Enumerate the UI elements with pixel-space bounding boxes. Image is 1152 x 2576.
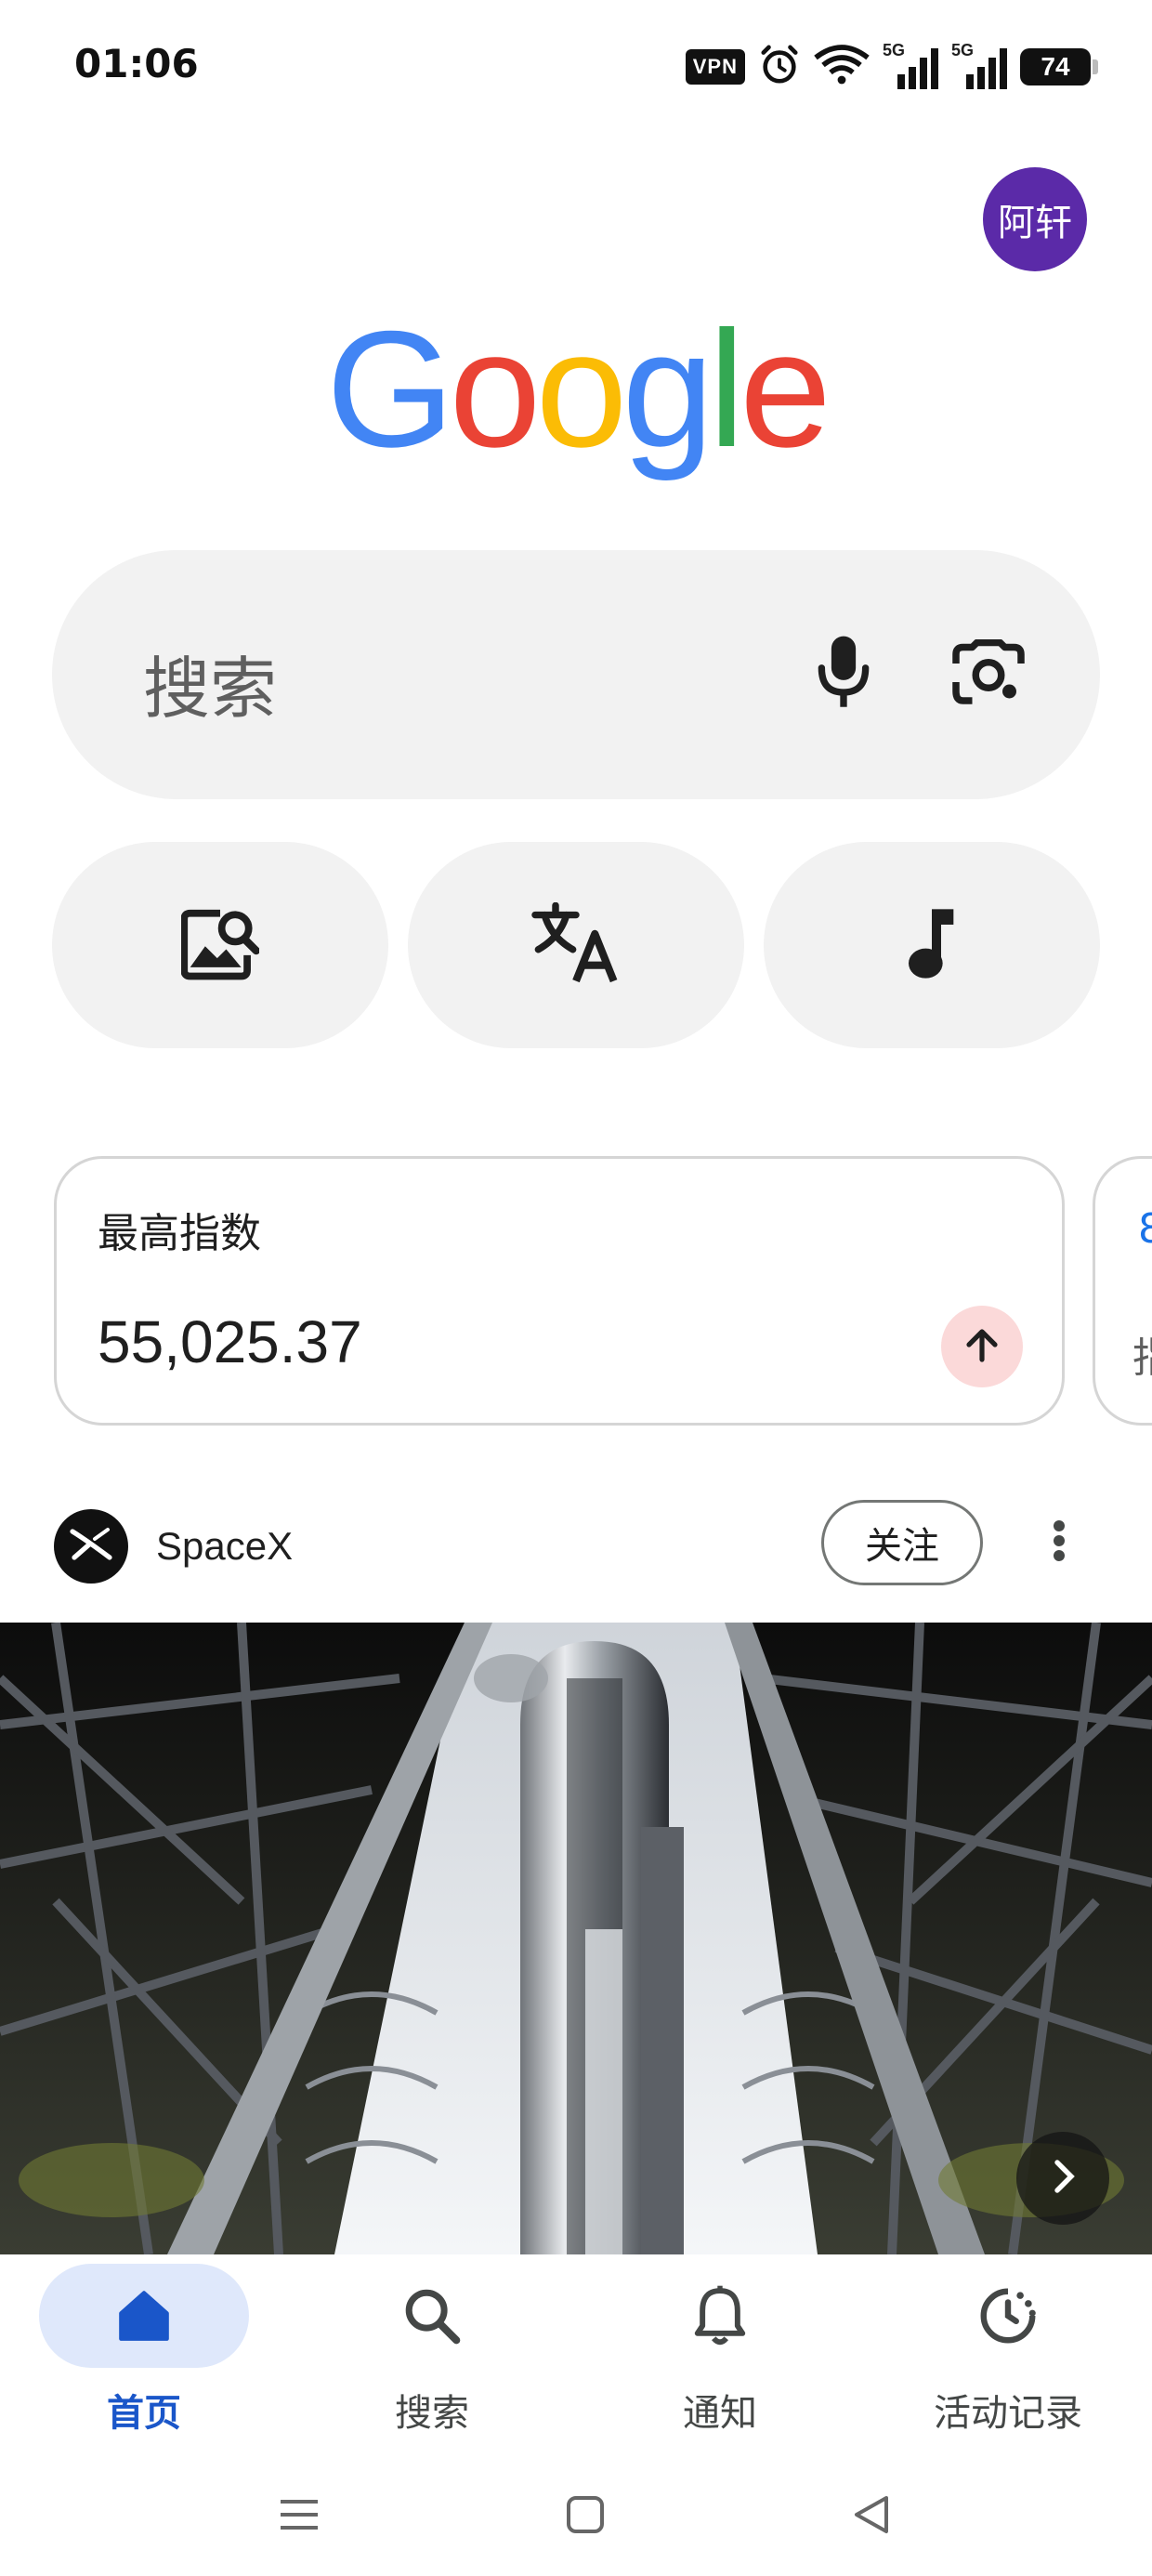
search-icon xyxy=(386,2269,478,2362)
feed-image[interactable] xyxy=(0,1623,1152,2254)
nav-home[interactable]: 首页 xyxy=(0,2254,288,2468)
nav-notifications[interactable]: 通知 xyxy=(576,2254,864,2468)
voice-search-button[interactable] xyxy=(795,626,892,723)
logo-letter: l xyxy=(708,296,744,481)
back-triangle-icon xyxy=(851,2494,892,2539)
activity-history-icon xyxy=(962,2269,1054,2362)
status-bar: 01:06 VPN 5G 5G 74 xyxy=(0,0,1152,130)
system-navigation-bar xyxy=(0,2468,1152,2576)
translate-icon xyxy=(531,901,621,988)
bottom-navigation: 首页 搜索 通知 活动记录 xyxy=(0,2254,1152,2468)
signal-5g-icon-2: 5G xyxy=(951,41,1007,89)
nav-activity-history[interactable]: 活动记录 xyxy=(864,2254,1152,2468)
wifi-icon xyxy=(814,44,870,90)
home-icon xyxy=(98,2269,190,2362)
nav-search-label: 搜索 xyxy=(395,2392,469,2435)
bell-icon xyxy=(674,2269,766,2362)
carousel-next-button[interactable] xyxy=(1016,2132,1109,2225)
source-name[interactable]: SpaceX xyxy=(156,1524,293,1569)
nav-notifications-label: 通知 xyxy=(683,2392,757,2435)
stock-index-value: 55,025.37 xyxy=(98,1308,362,1375)
logo-letter: e xyxy=(740,296,831,481)
nav-activity-label: 活动记录 xyxy=(934,2392,1082,2435)
search-bar[interactable]: 搜索 xyxy=(52,550,1100,799)
menu-icon xyxy=(277,2496,321,2537)
logo-letter: o xyxy=(449,296,541,481)
home-square-icon xyxy=(565,2494,606,2539)
status-time: 01:06 xyxy=(74,41,199,86)
stock-index-label: 最高指数 xyxy=(98,1210,261,1257)
chevron-right-icon xyxy=(1049,2160,1077,2197)
stock-index-card[interactable]: 最高指数 55,025.37 xyxy=(54,1156,1065,1426)
nav-search[interactable]: 搜索 xyxy=(288,2254,576,2468)
next-card-fragment-top: 8 xyxy=(1138,1205,1152,1253)
system-back-button[interactable] xyxy=(834,2489,909,2544)
battery-indicator: 74 xyxy=(1020,48,1098,85)
translate-button[interactable] xyxy=(408,842,744,1048)
system-menu-button[interactable] xyxy=(262,2489,336,2544)
logo-letter: o xyxy=(535,296,627,481)
follow-button[interactable]: 关注 xyxy=(821,1500,983,1585)
song-search-button[interactable] xyxy=(764,842,1100,1048)
google-logo: Google xyxy=(0,307,1152,472)
next-card-fragment-bottom: 指 xyxy=(1132,1324,1152,1384)
system-home-button[interactable] xyxy=(548,2489,622,2544)
search-by-image-button[interactable] xyxy=(52,842,388,1048)
signal-5g-icon-1: 5G xyxy=(883,41,938,89)
source-logo[interactable] xyxy=(54,1509,128,1584)
feed-card-header: SpaceX 关注 xyxy=(0,1496,1152,1589)
account-avatar[interactable]: 阿轩 xyxy=(983,167,1087,271)
logo-letter: G xyxy=(325,296,454,481)
nav-home-label: 首页 xyxy=(107,2392,181,2435)
google-lens-button[interactable] xyxy=(940,626,1037,723)
spacex-logo-icon xyxy=(69,1526,113,1567)
arrow-up-icon xyxy=(963,1326,1001,1367)
status-icons: VPN 5G 5G 74 xyxy=(685,41,1098,90)
logo-letter: g xyxy=(622,296,713,481)
more-vert-icon xyxy=(1052,1518,1067,1567)
image-search-icon xyxy=(180,906,260,984)
alarm-icon xyxy=(758,44,801,90)
search-input[interactable]: 搜索 xyxy=(143,634,277,731)
music-note-icon xyxy=(906,906,958,984)
next-info-card[interactable]: 8 指 xyxy=(1093,1156,1152,1426)
more-options-button[interactable] xyxy=(1029,1509,1089,1576)
rocket-hangar-image xyxy=(0,1623,1152,2254)
vpn-badge: VPN xyxy=(685,49,745,85)
camera-lens-icon xyxy=(951,638,1026,710)
trend-up-badge xyxy=(941,1306,1023,1387)
mic-icon xyxy=(814,634,873,716)
